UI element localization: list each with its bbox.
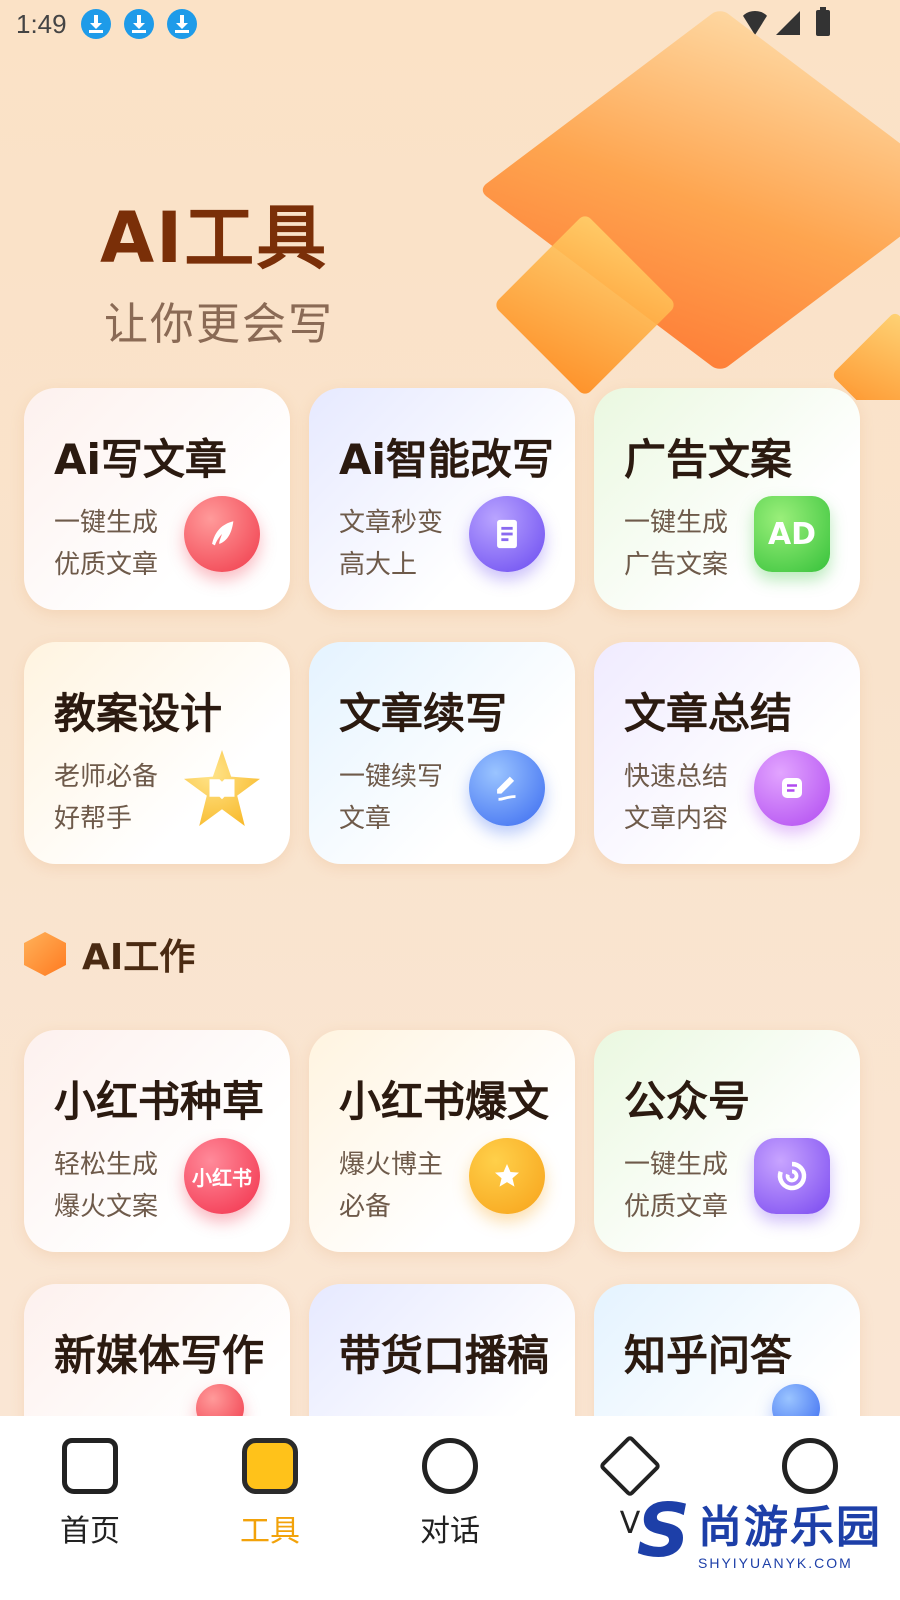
chat-icon <box>422 1438 478 1494</box>
watermark-url: SHYIYUANYK.COM <box>698 1555 853 1571</box>
tool-card-continue-writing[interactable]: 文章续写 一键续写 文章 <box>309 642 575 864</box>
watermark: S 尚游乐园 SHYIYUANYK.COM <box>637 1488 882 1574</box>
card-desc: 轻松生成 爆火文案 <box>54 1150 159 1222</box>
nav-item-tools[interactable]: 工具 <box>180 1416 360 1600</box>
hexagon-logo-icon <box>24 932 66 976</box>
section-title: AI工作 <box>82 937 196 978</box>
nav-item-chat[interactable]: 对话 <box>360 1416 540 1600</box>
profile-icon <box>782 1438 838 1494</box>
watermark-text: 尚游乐园 <box>698 1502 882 1553</box>
pen-bubble-icon <box>469 750 545 826</box>
card-title: Ai智能改写 <box>339 435 554 484</box>
card-title: 小红书种草 <box>54 1077 265 1126</box>
card-title: 文章续写 <box>339 689 508 738</box>
star-coin-icon <box>469 1138 545 1214</box>
card-title: 新媒体写作 <box>54 1331 265 1380</box>
page-title: AI工具 <box>100 197 329 279</box>
swirl-icon <box>754 1138 830 1214</box>
work-card-official-account[interactable]: 公众号 一键生成 优质文章 <box>594 1030 860 1252</box>
page-subtitle: 让你更会写 <box>104 299 334 350</box>
card-title: Ai写文章 <box>54 435 227 484</box>
ad-icon: AD <box>754 496 830 572</box>
nav-label: 对话 <box>420 1514 480 1549</box>
card-title: 教案设计 <box>54 689 223 738</box>
card-desc: 文章秒变 高大上 <box>339 508 444 580</box>
book-star-icon <box>184 750 260 826</box>
work-card-xiaohongshu-seeding[interactable]: 小红书种草 轻松生成 爆火文案 小红书 <box>24 1030 290 1252</box>
card-title: 公众号 <box>624 1077 751 1126</box>
toolbox-icon <box>242 1438 298 1494</box>
card-desc: 一键生成 广告文案 <box>624 508 729 580</box>
cube-graphic <box>831 311 900 400</box>
card-desc: 爆火博主 必备 <box>339 1150 444 1222</box>
watermark-logo: S <box>636 1488 690 1574</box>
download-icon <box>123 9 154 39</box>
download-icon <box>80 9 111 39</box>
nav-label: 首页 <box>60 1514 120 1549</box>
card-desc: 一键生成 优质文章 <box>624 1150 729 1222</box>
card-title: 小红书爆文 <box>339 1077 550 1126</box>
card-desc: 老师必备 好帮手 <box>54 762 159 834</box>
card-title: 文章总结 <box>624 689 793 738</box>
note-pin-icon <box>754 750 830 826</box>
work-card-xiaohongshu-viral[interactable]: 小红书爆文 爆火博主 必备 <box>309 1030 575 1252</box>
feather-icon <box>184 496 260 572</box>
tool-card-summary[interactable]: 文章总结 快速总结 文章内容 <box>594 642 860 864</box>
card-title: 带货口播稿 <box>339 1331 550 1380</box>
nav-item-home[interactable]: 首页 <box>0 1416 180 1600</box>
card-desc: 一键续写 文章 <box>339 762 444 834</box>
hero-decoration <box>440 0 900 400</box>
card-title: 广告文案 <box>624 435 793 484</box>
tool-card-lesson-plan[interactable]: 教案设计 老师必备 好帮手 <box>24 642 290 864</box>
tool-card-ai-write-article[interactable]: Ai写文章 一键生成 优质文章 <box>24 388 290 610</box>
card-desc: 快速总结 文章内容 <box>624 762 729 834</box>
tool-card-ad-copy[interactable]: 广告文案 一键生成 广告文案 AD <box>594 388 860 610</box>
card-title: 知乎问答 <box>624 1331 793 1380</box>
section-header-ai-work: AI工作 <box>24 928 195 980</box>
download-icon <box>166 9 197 39</box>
card-desc: 一键生成 优质文章 <box>54 508 159 580</box>
xiaohongshu-heart-icon: 小红书 <box>184 1138 260 1214</box>
status-time: 1:49 <box>16 8 67 39</box>
home-icon <box>62 1438 118 1494</box>
scroll-icon <box>469 496 545 572</box>
nav-label: 工具 <box>240 1514 300 1549</box>
tool-card-ai-rewrite[interactable]: Ai智能改写 文章秒变 高大上 <box>309 388 575 610</box>
